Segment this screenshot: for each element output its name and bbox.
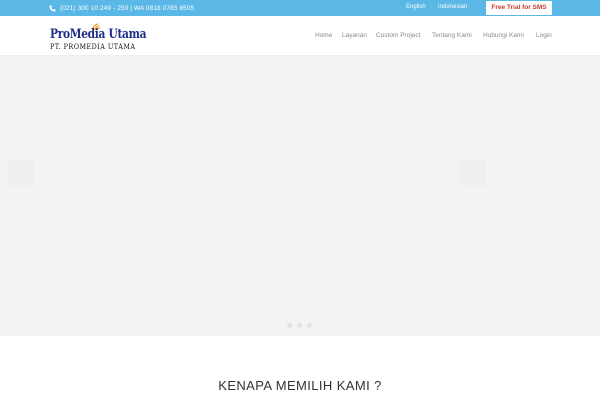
slider-prev-button[interactable] (8, 160, 34, 186)
logo-title: ProMedia Utama (50, 27, 147, 42)
free-trial-button[interactable]: Free Trial for SMS (486, 1, 552, 15)
language-indonesian[interactable]: Indonesian (438, 4, 467, 10)
nav-login[interactable]: Login (536, 32, 552, 42)
logo-subtitle: PT. PROMEDIA UTAMA (50, 43, 136, 51)
top-bar: (021) 300 10 249 - 250 | WA 0818 0785 85… (0, 0, 600, 16)
contact-info: (021) 300 10 249 - 250 | WA 0818 0785 85… (49, 3, 194, 13)
nav-custom-project[interactable]: Custom Project (376, 32, 420, 42)
nav-home[interactable]: Home (315, 32, 332, 42)
contact-text: (021) 300 10 249 - 250 | WA 0818 0785 85… (60, 4, 195, 12)
logo[interactable]: ProMedia Utama PT. PROMEDIA UTAMA (48, 22, 147, 52)
hero-slider (0, 56, 600, 336)
phone-icon (49, 5, 56, 11)
language-english[interactable]: English (406, 4, 426, 10)
slider-dot[interactable] (287, 323, 292, 328)
slider-dot[interactable] (307, 323, 312, 328)
language-divider: · (430, 4, 432, 10)
nav-layanan[interactable]: Layanan (342, 32, 367, 42)
nav-hubungi-kami[interactable]: Hubungi Kami (483, 32, 524, 42)
slider-next-button[interactable] (460, 160, 486, 186)
site-header: ProMedia Utama PT. PROMEDIA UTAMA Home L… (0, 16, 600, 56)
section-title: KENAPA MEMILIH KAMI ? (218, 378, 382, 393)
slider-dot[interactable] (297, 323, 302, 328)
nav-tentang-kami[interactable]: Tentang Kami (432, 32, 472, 42)
